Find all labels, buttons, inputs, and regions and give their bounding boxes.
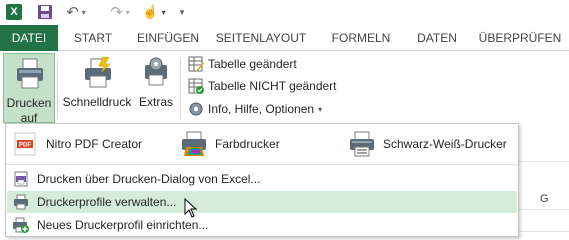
column-header-g[interactable]: G [540,189,549,209]
tab-daten[interactable]: DATEN [406,25,468,51]
ribbon-separator [57,59,58,119]
grid-line [518,209,569,210]
ribbon-separator [180,59,181,119]
schnelldruck-button[interactable]: Schnelldruck [60,53,134,119]
printer-label: Schwarz-Weiß-Drucker [383,137,507,151]
save-icon[interactable] [36,2,54,22]
menu-separator [6,164,518,165]
redo-icon[interactable]: ↷ ▾ [106,2,134,22]
printer-item-schwarz-weiss[interactable]: Schwarz-Weiß-Drucker [349,131,507,157]
pdf-printer-icon: PDF [12,131,38,157]
drucken-auf-button[interactable]: Drucken auf [3,53,55,125]
extras-label: Extras [138,95,173,109]
tab-ueberpruefen[interactable]: ÜBERPRÜFEN [474,25,566,51]
tabelle-nicht-geaendert-button[interactable]: Tabelle NICHT geändert [188,76,337,96]
tabelle-geaendert-label: Tabelle geändert [208,57,297,71]
extras-button[interactable]: Extras [136,53,176,119]
undo-icon[interactable]: ↶ ▾ [62,2,90,22]
printer-item-farbdrucker[interactable]: Farbdrucker [181,131,280,157]
quick-print-icon [83,56,113,89]
tab-formeln[interactable]: FORMELN [322,25,400,51]
tab-seitenlayout[interactable]: SEITENLAYOUT [210,25,312,51]
grid-line [518,161,569,162]
printer-label: Farbdrucker [215,137,280,151]
printer-profiles-icon [13,194,29,210]
table-unchanged-icon [188,78,204,94]
svg-text:PDF: PDF [19,143,31,149]
drucken-auf-menu: PDF Nitro PDF Creator Farbdrucker Schwar… [5,123,519,237]
customize-qat-icon[interactable]: ▾ [176,2,188,22]
tab-datei[interactable]: DATEI [0,25,58,51]
info-hilfe-optionen-button[interactable]: Info, Hilfe, Optionen ▾ [188,99,322,119]
menu-item-druck-dialog[interactable]: Drucken über Drucken-Dialog von Excel... [7,168,517,190]
color-printer-icon [181,131,207,157]
printer-item-nitro[interactable]: PDF Nitro PDF Creator [12,131,142,157]
printer-gallery: PDF Nitro PDF Creator Farbdrucker Schwar… [6,124,518,164]
grid-line [518,231,569,232]
add-printer-profile-icon [13,217,29,233]
extras-gear-icon [141,57,171,89]
schnelldruck-label: Schnelldruck [62,95,132,109]
settings-gear-icon [188,101,204,117]
info-hilfe-optionen-label: Info, Hilfe, Optionen [208,102,315,116]
touch-mode-icon[interactable]: ☝ ▾ [140,2,168,22]
tabelle-geaendert-button[interactable]: Tabelle geändert [188,54,297,74]
menu-item-label: Neues Druckerprofil einrichten... [37,218,209,232]
menu-item-label: Drucken über Drucken-Dialog von Excel... [37,172,261,186]
ribbon: Drucken auf Schnelldruck Extras Tabelle … [0,51,569,125]
table-changed-icon [188,56,204,72]
quick-access-toolbar: X ↶ ▾ ↷ ▾ ☝ ▾ ▾ [0,0,569,25]
printer-label: Nitro PDF Creator [46,137,143,151]
chevron-down-icon: ▾ [318,104,323,114]
printer-icon [16,58,44,90]
excel-logo-letter: X [6,4,22,20]
menu-item-label: Druckerprofile verwalten... [37,195,177,209]
drucken-label: Drucken [6,96,52,110]
tab-start[interactable]: START [62,25,124,51]
tab-einfuegen[interactable]: EINFÜGEN [130,25,206,51]
menu-item-neues-druckerprofil[interactable]: Neues Druckerprofil einrichten... [7,214,517,236]
tabelle-nicht-geaendert-label: Tabelle NICHT geändert [208,79,337,93]
print-dialog-icon [13,171,29,187]
menu-item-druckerprofile-verwalten[interactable]: Druckerprofile verwalten... [7,191,517,213]
excel-logo-icon: X [4,2,24,22]
ribbon-tabs: DATEI START EINFÜGEN SEITENLAYOUT FORMEL… [0,25,569,51]
mouse-cursor-icon [184,197,198,218]
printer-icon [349,131,375,157]
